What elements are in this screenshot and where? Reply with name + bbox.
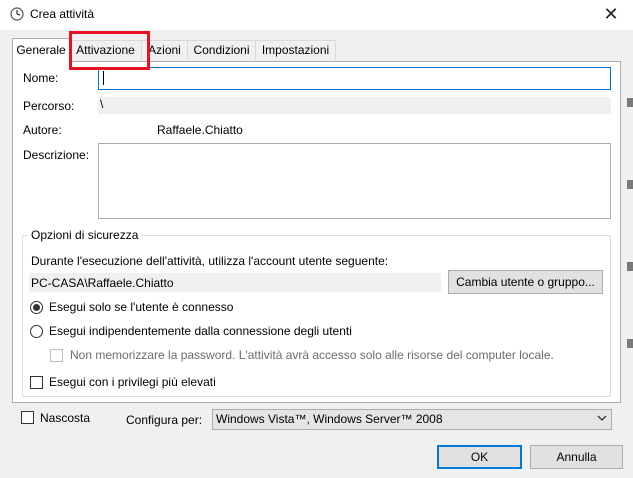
ok-button[interactable]: OK <box>437 445 522 469</box>
window-title: Crea attività <box>30 7 95 21</box>
author-label: Autore: <box>23 123 62 137</box>
account-value: PC-CASA\Raffaele.Chiatto <box>31 276 174 290</box>
run-logged-on-label[interactable]: Esegui solo se l'utente è connesso <box>49 300 233 314</box>
path-value: \ <box>100 97 104 111</box>
change-user-button[interactable]: Cambia utente o gruppo... <box>448 270 603 294</box>
tab-attivazione[interactable]: Attivazione <box>69 40 142 60</box>
tab-impostazioni[interactable]: Impostazioni <box>255 40 336 60</box>
name-label: Nome: <box>23 71 59 85</box>
no-store-password-checkbox[interactable] <box>50 349 63 362</box>
no-store-password-label: Non memorizzare la password. L'attività … <box>70 348 554 362</box>
highest-privileges-checkbox[interactable] <box>30 376 43 389</box>
security-options-legend: Opzioni di sicurezza <box>28 228 142 242</box>
description-label: Descrizione: <box>23 148 90 162</box>
tab-generale[interactable]: Generale <box>12 38 70 62</box>
chevron-down-icon <box>597 415 607 421</box>
configure-for-value: Windows Vista™, Windows Server™ 2008 <box>216 412 443 426</box>
highest-privileges-label[interactable]: Esegui con i privilegi più elevati <box>49 375 216 389</box>
run-always-label[interactable]: Esegui indipendentemente dalla connessio… <box>49 324 352 338</box>
description-input[interactable] <box>98 143 611 219</box>
tab-azioni[interactable]: Azioni <box>141 40 188 60</box>
path-label: Percorso: <box>23 99 75 113</box>
configure-for-label: Configura per: <box>126 413 203 427</box>
author-value: Raffaele.Chiatto <box>157 123 243 137</box>
background-window-edge <box>627 180 633 189</box>
cancel-button[interactable]: Annulla <box>530 445 623 469</box>
path-field <box>98 97 611 114</box>
run-logged-on-radio[interactable] <box>30 301 43 314</box>
close-icon[interactable]: ✕ <box>598 4 624 26</box>
hidden-label[interactable]: Nascosta <box>40 411 90 425</box>
clock-icon <box>10 7 24 21</box>
hidden-checkbox[interactable] <box>21 411 34 424</box>
run-always-radio[interactable] <box>30 325 43 338</box>
name-input[interactable] <box>98 67 611 90</box>
tab-condizioni[interactable]: Condizioni <box>187 40 256 60</box>
background-window-edge <box>627 339 633 348</box>
background-window-edge <box>627 262 633 271</box>
background-window-edge <box>627 98 633 107</box>
text-caret <box>103 71 104 85</box>
title-bar <box>0 0 633 30</box>
account-prompt: Durante l'esecuzione dell'attività, util… <box>31 254 389 268</box>
